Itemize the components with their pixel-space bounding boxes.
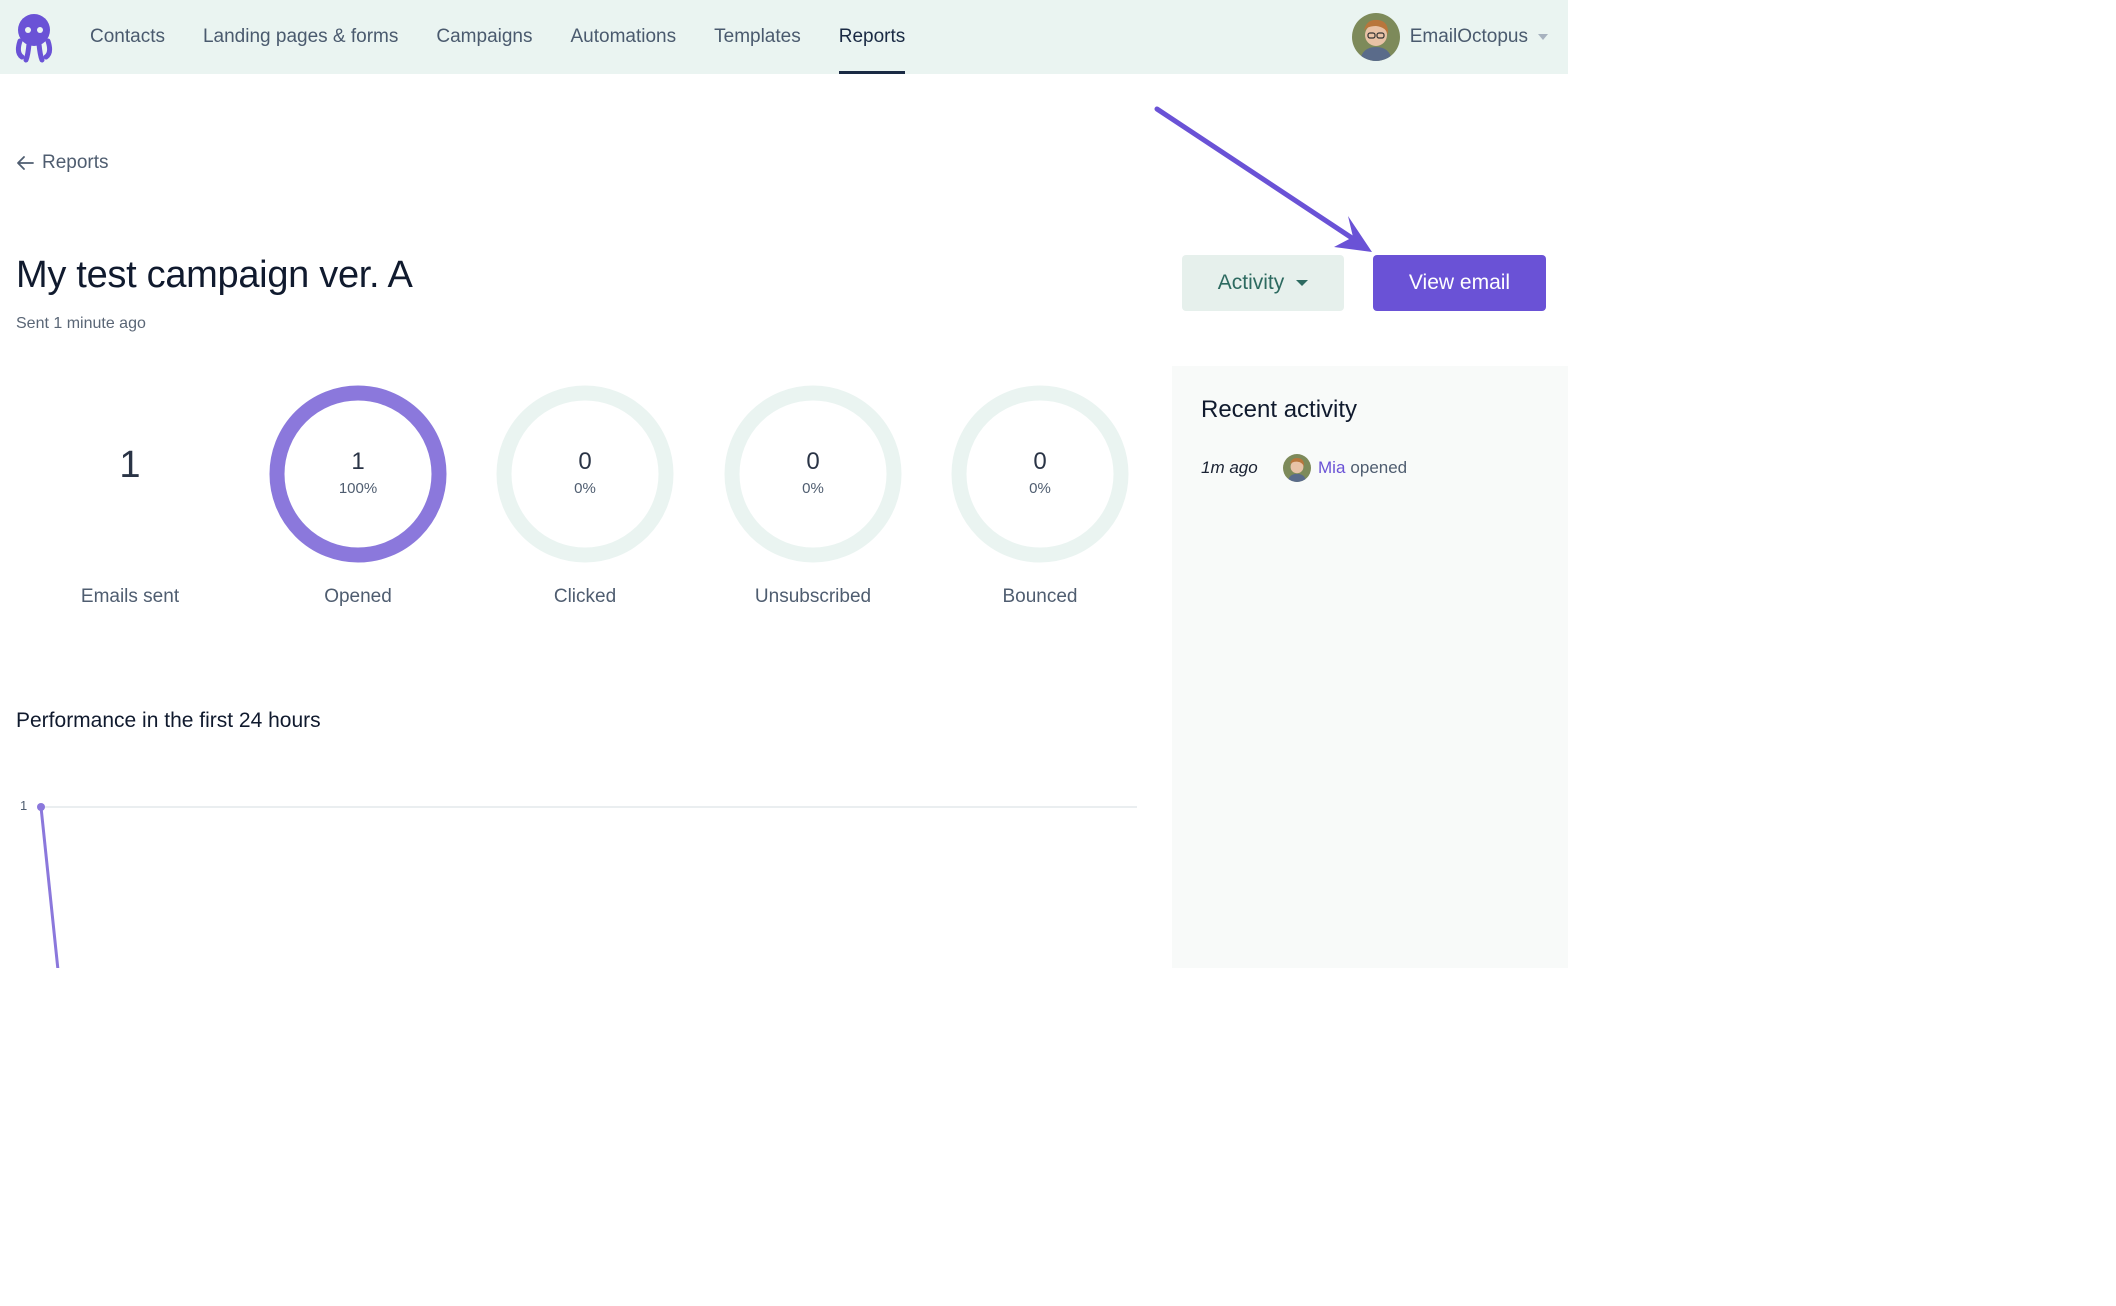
clicked-label: Clicked (553, 586, 617, 607)
bounced-label: Bounced (1002, 586, 1078, 607)
bounced-value: 0 (1033, 448, 1047, 475)
arrow-left-icon (17, 156, 34, 170)
activity-time: 1m ago (1201, 458, 1258, 477)
nav-item-reports[interactable]: Reports (838, 0, 905, 74)
view-email-button[interactable]: View email (1373, 255, 1546, 311)
clicked-value: 0 (578, 448, 592, 475)
stat-clicked[interactable]: 0 0% Clicked (495, 384, 675, 607)
top-navigation: Contacts Landing pages & forms Campaigns… (0, 0, 1568, 74)
stat-emails-sent: 1 Emails sent (40, 384, 220, 607)
nav-item-automations[interactable]: Automations (571, 0, 677, 74)
stat-opened[interactable]: 1 100% Opened (268, 384, 448, 607)
emails-sent-value: 1 (119, 444, 141, 486)
account-menu[interactable]: EmailOctopus (1351, 12, 1548, 62)
main-nav: Contacts Landing pages & forms Campaigns… (90, 0, 943, 74)
performance-title: Performance in the first 24 hours (16, 709, 321, 732)
unsubscribed-label: Unsubscribed (754, 586, 872, 607)
opened-ring: 1 100% (268, 384, 448, 564)
bounced-percent: 0% (1029, 480, 1051, 497)
opened-value: 1 (351, 448, 365, 475)
opened-label: Opened (324, 586, 392, 607)
octopus-logo-icon[interactable] (14, 13, 54, 63)
opened-percent: 100% (338, 480, 378, 497)
recent-activity-panel: Recent activity 1m ago Mia opened (1172, 366, 1568, 968)
nav-item-contacts[interactable]: Contacts (90, 0, 165, 74)
performance-chart (37, 803, 1137, 968)
recent-activity-title: Recent activity (1201, 396, 1358, 423)
chevron-down-icon (1538, 34, 1548, 40)
stat-bounced[interactable]: 0 0% Bounced (950, 384, 1130, 607)
clicked-percent: 0% (574, 480, 596, 497)
nav-item-templates[interactable]: Templates (714, 0, 801, 74)
annotation-arrow-icon (1154, 106, 1372, 252)
back-link-label: Reports (42, 152, 109, 173)
unsubscribed-value: 0 (806, 448, 820, 475)
series-line (39, 806, 60, 968)
page-title: My test campaign ver. A (16, 254, 413, 296)
contact-link[interactable]: Mia (1318, 458, 1345, 478)
back-link[interactable]: Reports (16, 152, 109, 174)
emails-sent-label: Emails sent (80, 586, 180, 607)
unsubscribed-ring: 0 0% (723, 384, 903, 564)
bounced-ring: 0 0% (950, 384, 1130, 564)
account-name: EmailOctopus (1409, 26, 1528, 47)
unsubscribed-percent: 0% (802, 480, 824, 497)
sent-time: Sent 1 minute ago (16, 315, 146, 332)
activity-label: Activity (1217, 271, 1285, 294)
nav-item-campaigns[interactable]: Campaigns (436, 0, 532, 74)
list-item: 1m ago Mia opened (1201, 454, 1407, 482)
nav-item-landing-pages-forms[interactable]: Landing pages & forms (203, 0, 398, 74)
data-point (37, 803, 45, 811)
avatar (1283, 454, 1311, 482)
clicked-ring: 0 0% (495, 384, 675, 564)
activity-dropdown-button[interactable]: Activity (1182, 255, 1344, 311)
stat-unsubscribed[interactable]: 0 0% Unsubscribed (723, 384, 903, 607)
avatar (1351, 13, 1400, 61)
caret-down-icon (1296, 280, 1309, 286)
activity-verb: opened (1350, 458, 1408, 477)
